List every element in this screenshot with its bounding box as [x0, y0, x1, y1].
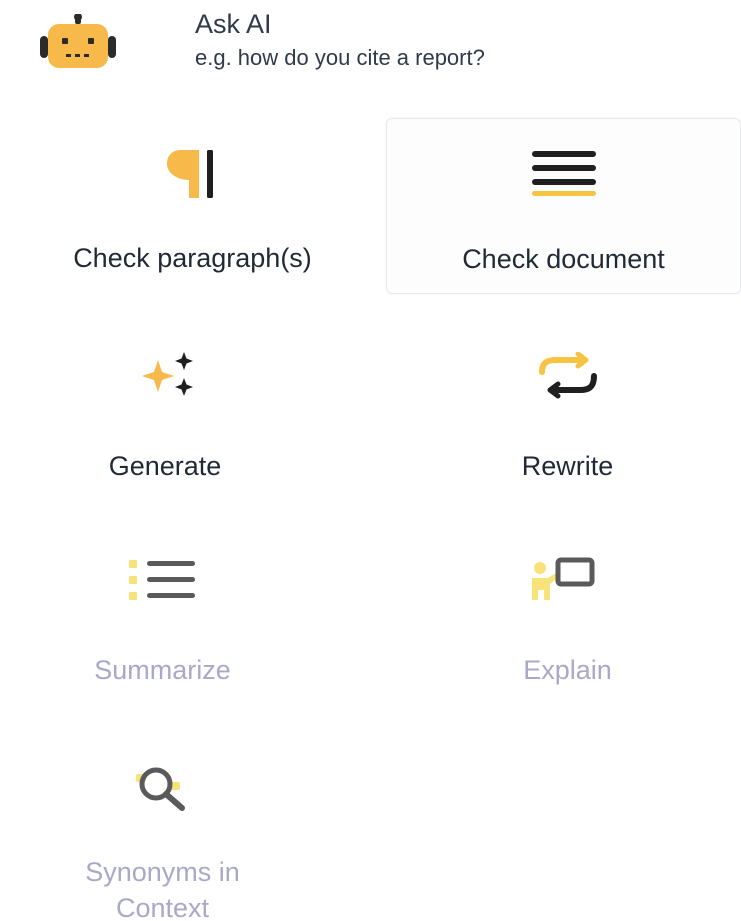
ai-actions-panel: Ask AI e.g. how do you cite a report? Ch… [0, 0, 741, 921]
ask-ai-button[interactable]: Ask AI e.g. how do you cite a report? [0, 0, 741, 95]
summarize-button[interactable]: Summarize [0, 536, 325, 706]
check-paragraphs-label: Check paragraph(s) [73, 243, 312, 273]
generate-button[interactable]: Generate [0, 330, 330, 500]
synonyms-label-line-1: Synonyms in [85, 857, 240, 887]
check-document-button[interactable]: Check document [386, 118, 741, 294]
ask-ai-hint: e.g. how do you cite a report? [195, 45, 485, 70]
swap-arrows-icon [538, 352, 597, 399]
ask-ai-title: Ask AI [195, 9, 272, 39]
synonyms-label-line-2: Context [115, 893, 210, 921]
explain-button[interactable]: Explain [400, 536, 735, 706]
document-lines-icon [531, 151, 596, 196]
magnifier-icon [135, 767, 185, 811]
generate-label: Generate [108, 451, 222, 481]
robot-icon [40, 14, 116, 68]
list-icon [128, 560, 195, 600]
synonyms-in-context-label: Synonyms in Context [0, 854, 325, 921]
explain-label: Explain [523, 655, 612, 685]
rewrite-button[interactable]: Rewrite [400, 330, 735, 500]
check-document-label: Check document [462, 244, 665, 274]
sparkles-icon [142, 352, 193, 396]
summarize-label: Summarize [94, 655, 231, 685]
presenter-icon [531, 557, 594, 600]
synonyms-in-context-button[interactable]: Synonyms in Context [0, 748, 325, 921]
check-paragraphs-button[interactable]: Check paragraph(s) [0, 118, 385, 294]
rewrite-label: Rewrite [521, 451, 614, 481]
paragraph-icon [166, 150, 213, 198]
